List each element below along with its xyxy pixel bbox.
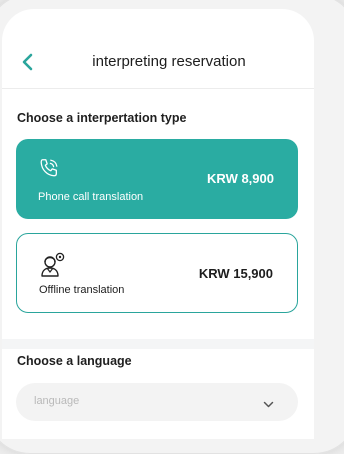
language-select[interactable]: language [16,383,298,421]
page-title: interpreting reservation [92,53,246,70]
chevron-down-icon [263,396,274,414]
option-phone-call[interactable]: Phone call translation KRW 8,900 [16,139,298,219]
language-title: Choose a language [17,354,132,368]
option-price: KRW 15,900 [198,266,273,281]
option-label: Offline translation [39,284,125,296]
app-header: interpreting reservation [2,9,314,89]
option-price: KRW 8,900 [207,171,274,186]
language-placeholder: language [34,395,80,407]
option-offline[interactable]: Offline translation KRW 15,900 [16,233,298,313]
phone-frame: interpreting reservation Choose a interp… [0,0,344,454]
interpreter-person-icon [39,252,65,283]
app-screen: interpreting reservation Choose a interp… [2,9,314,439]
interpretation-type-title: Choose a interpertation type [17,111,187,125]
option-label: Phone call translation [38,191,144,203]
phone-ringing-icon [38,157,60,184]
